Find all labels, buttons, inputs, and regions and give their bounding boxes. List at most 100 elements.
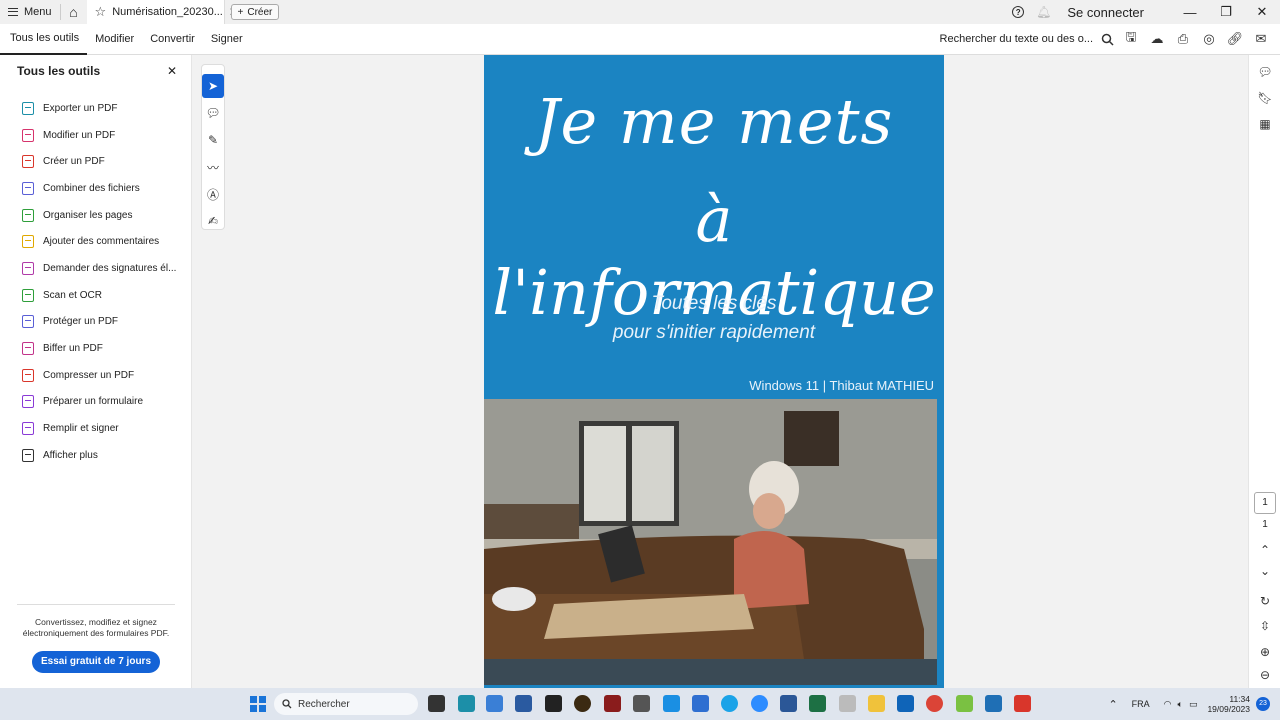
rotate-icon[interactable]: ↻ [1249,588,1280,614]
sign-icon[interactable]: ✍ [202,209,224,233]
help-icon[interactable]: ? [1012,6,1025,18]
tool-item[interactable]: Créer un PDF [22,148,176,175]
bookmark-icon[interactable]: 🔖︎ [1249,85,1280,111]
compress-pdf-icon [22,368,34,382]
wifi-icon[interactable]: ◠ [1164,699,1172,710]
notification-badge[interactable]: 23 [1256,697,1270,711]
document-view[interactable]: ➤ 💬︎ ✎ 〰 Ⓐ ✍ Je me mets à l'informatique… [192,55,1248,688]
upload-cloud-icon[interactable]: ☁ [1144,27,1170,51]
star-icon[interactable]: ☆ [95,4,107,20]
comments-panel-icon[interactable]: 💬︎ [1249,59,1280,85]
excel-icon[interactable] [809,695,826,712]
add-comment-icon[interactable]: 💬︎ [202,101,224,125]
save-icon[interactable]: 🖫 [1118,27,1144,51]
windows-start-icon[interactable] [250,696,266,712]
app-icon[interactable] [458,695,475,712]
onedrive-icon[interactable] [663,695,680,712]
app-icon[interactable] [692,695,709,712]
language-indicator[interactable]: FRA [1132,699,1150,709]
app-icon[interactable] [515,695,532,712]
minimize-icon[interactable]: — [1172,5,1208,20]
create-label: Créer [247,6,273,18]
add-text-icon[interactable]: Ⓐ [202,182,224,206]
select-cursor-icon[interactable]: ➤ [202,74,224,98]
file-explorer-icon[interactable] [868,695,885,712]
pdf-page: Je me mets à l'informatique Toutes les c… [484,55,944,688]
store-icon[interactable] [985,695,1002,712]
task-view-icon[interactable] [428,695,445,712]
search-icon[interactable] [1101,33,1114,46]
tab-edit[interactable]: Modifier [87,24,142,55]
tab-sign[interactable]: Signer [203,24,251,55]
prepare-form-icon [22,395,34,409]
fit-page-icon[interactable]: ⇳ [1249,613,1280,639]
document-tab[interactable]: ☆ Numérisation_20230... ✕ [86,0,239,24]
battery-icon[interactable]: ▭ [1189,699,1198,710]
app-icon[interactable] [574,695,591,712]
bell-icon[interactable]: 🔔︎ [1036,5,1051,19]
create-pdf-icon [22,155,34,169]
app-icon[interactable] [956,695,973,712]
close-panel-icon[interactable]: ✕ [167,64,177,78]
tool-item[interactable]: Modifier un PDF [22,122,176,149]
draw-freehand-icon[interactable]: 〰 [202,155,224,179]
app-icon[interactable] [486,695,503,712]
tool-item-label: Préparer un formulaire [43,396,144,408]
tab-all-tools[interactable]: Tous les outils [0,24,88,55]
protect-pdf-icon [22,315,34,329]
acrobat-icon[interactable] [1014,695,1031,712]
tool-item[interactable]: Afficher plus [22,442,176,469]
tab-convert[interactable]: Convertir [142,24,203,55]
scan-ocr-icon [22,288,34,302]
free-trial-button[interactable]: Essai gratuit de 7 jours [32,651,160,673]
zoom-out-icon[interactable]: ⊖ [1249,662,1280,688]
mail-icon[interactable]: ✉ [1248,27,1274,51]
outlook-icon[interactable] [897,695,914,712]
tool-item[interactable]: Combiner des fichiers [22,175,176,202]
app-icon[interactable] [633,695,650,712]
total-pages: 1 [1262,519,1268,530]
share-icon[interactable]: ◎ [1196,27,1222,51]
close-window-icon[interactable]: ✕ [1244,4,1280,20]
tool-item[interactable]: Compresser un PDF [22,362,176,389]
tool-item[interactable]: Organiser les pages [22,202,176,229]
edit-pdf-icon [22,128,34,142]
current-page-input[interactable]: 1 [1254,492,1276,514]
tool-item[interactable]: Préparer un formulaire [22,389,176,416]
maximize-icon[interactable]: ❐ [1208,4,1244,20]
menu-button[interactable]: Menu [0,0,60,24]
tool-item[interactable]: Ajouter des commentaires [22,228,176,255]
create-button[interactable]: + Créer [230,4,280,20]
tool-item[interactable]: Scan et OCR [22,282,176,309]
chevron-up-icon[interactable]: ⌃ [1108,698,1117,711]
tool-item-label: Créer un PDF [43,156,105,168]
tool-item[interactable]: Exporter un PDF [22,95,176,122]
skype-icon[interactable] [721,695,738,712]
volume-icon[interactable]: 🔈︎ [1178,699,1183,710]
sign-in-link[interactable]: Se connecter [1067,5,1144,20]
main-toolbar: Tous les outils Modifier Convertir Signe… [0,24,1280,55]
tool-item[interactable]: Remplir et signer [22,415,176,442]
cover-author: Windows 11 | Thibaut MATHIEU [749,378,934,393]
tool-item[interactable]: Protéger un PDF [22,309,176,336]
chrome-icon[interactable] [926,695,943,712]
print-icon[interactable]: ⎙ [1170,27,1196,51]
thumbnails-icon[interactable]: ▦ [1249,111,1280,137]
app-icon[interactable] [604,695,621,712]
app-icon[interactable] [839,695,856,712]
tool-item[interactable]: Biffer un PDF [22,335,176,362]
link-icon[interactable]: 🔗︎ [1222,27,1248,51]
clock[interactable]: 11:34 19/09/2023 [1207,694,1250,714]
search-field[interactable]: Rechercher du texte ou des o... [940,33,1118,46]
home-icon[interactable]: ⌂ [61,0,87,24]
zoom-icon[interactable] [751,695,768,712]
taskbar-search[interactable]: Rechercher [274,693,418,715]
chevron-down-icon[interactable]: ⌄ [1249,558,1280,584]
word-icon[interactable] [780,695,797,712]
tool-item[interactable]: Demander des signatures él... [22,255,176,282]
app-icon[interactable] [545,695,562,712]
tool-item-label: Compresser un PDF [43,369,135,381]
highlight-pen-icon[interactable]: ✎ [202,128,224,152]
cover-photo [484,399,937,685]
tab-title: Numérisation_20230... [112,6,223,18]
